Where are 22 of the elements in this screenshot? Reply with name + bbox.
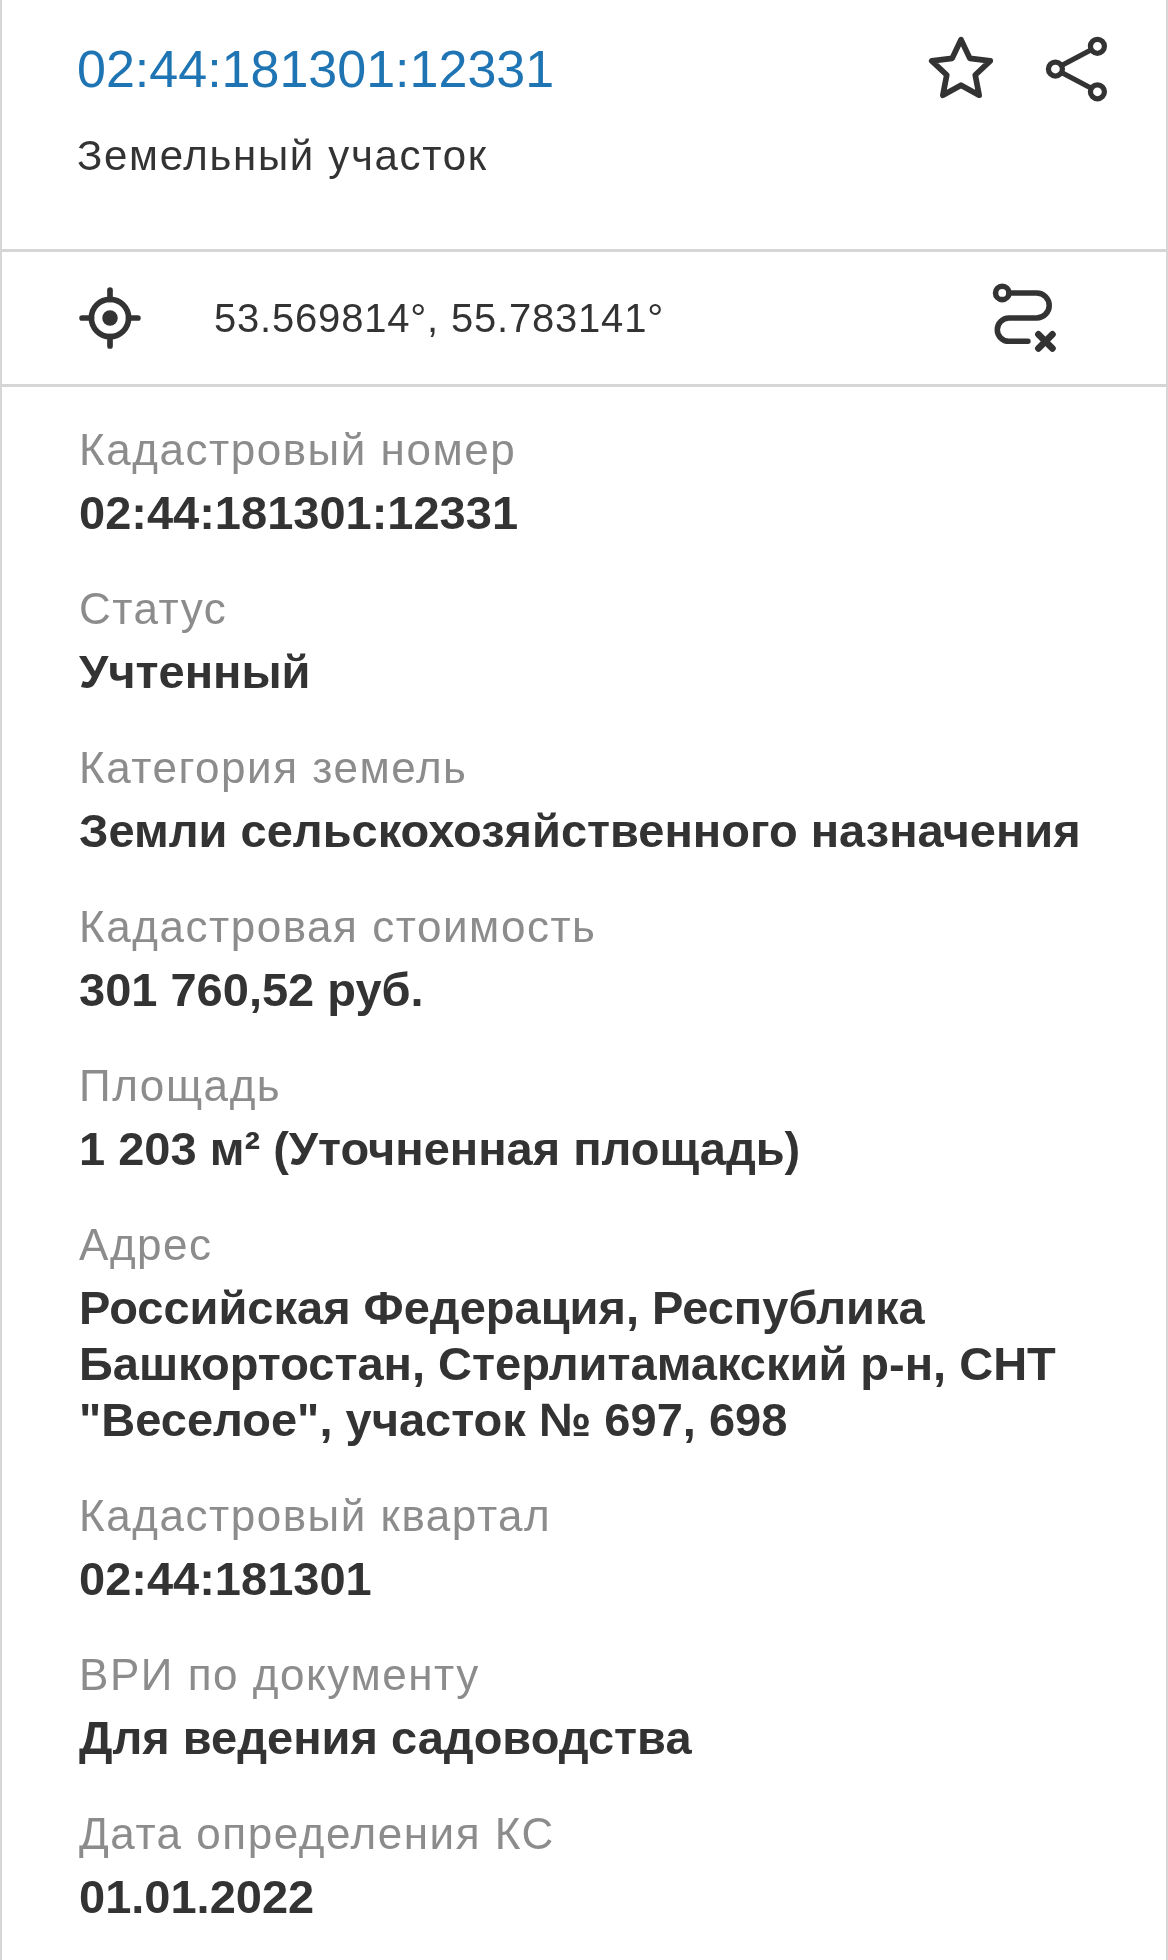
field-label: Кадастровый квартал bbox=[79, 1490, 552, 1542]
field-value: Учтенный bbox=[79, 644, 311, 700]
field-label: Адрес bbox=[79, 1219, 213, 1271]
location-target-icon[interactable] bbox=[79, 287, 141, 349]
object-type: Земельный участок bbox=[77, 131, 488, 181]
field-value: Для ведения садоводства bbox=[79, 1710, 692, 1766]
field-value: 02:44:181301:12331 bbox=[79, 485, 519, 541]
field-label: Категория земель bbox=[79, 742, 468, 794]
field-label: Площадь bbox=[79, 1060, 282, 1112]
field-label: ВРИ по документу bbox=[79, 1649, 480, 1701]
field-value: 02:44:181301 bbox=[79, 1551, 372, 1607]
field-value: 301 760,52 руб. bbox=[79, 962, 424, 1018]
coordinates-text: 53.569814°, 55.783141° bbox=[214, 295, 664, 341]
field-label: Статус bbox=[79, 583, 228, 635]
cadastral-number-title[interactable]: 02:44:181301:12331 bbox=[77, 39, 555, 99]
field-label: Кадастровая стоимость bbox=[79, 901, 597, 953]
field-value: 1 203 м² (Уточненная площадь) bbox=[79, 1121, 801, 1177]
field-value: 01.01.2022 bbox=[79, 1869, 315, 1925]
field-label: Кадастровый номер bbox=[79, 424, 517, 476]
field-value: Российская Федерация, Республика Башкортостан, Стерлитамакский р-н, СНТ "Веселое", участок № 697, 698 bbox=[79, 1280, 1057, 1448]
field-value: Земли сельскохозяйственного назначения bbox=[79, 803, 1081, 859]
field-label: Дата определения КС bbox=[79, 1808, 555, 1860]
